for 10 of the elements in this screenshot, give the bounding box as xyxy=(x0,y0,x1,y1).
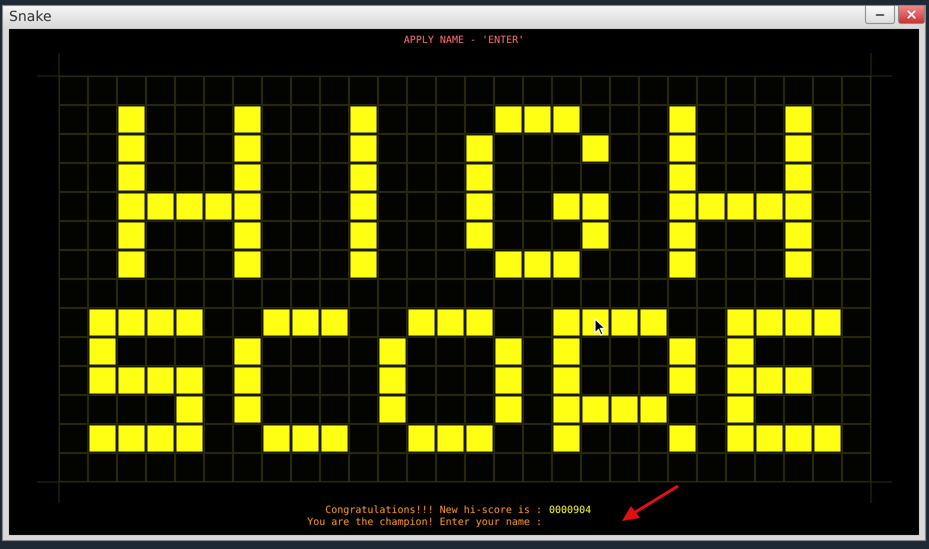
apply-name-prompt: APPLY NAME - 'ENTER' xyxy=(402,35,526,48)
mouse-pointer-icon xyxy=(594,318,606,336)
close-icon xyxy=(905,8,918,21)
annotation-arrow xyxy=(620,484,680,524)
close-button[interactable] xyxy=(898,6,925,24)
congratulations-text: Congratulations!!! New hi-score is : xyxy=(325,505,542,517)
minimize-button[interactable] xyxy=(865,6,895,24)
enter-name-text: You are the champion! Enter your name : xyxy=(307,517,542,529)
hi-score-value: 0000904 xyxy=(549,505,592,517)
window-title: Snake xyxy=(9,8,53,27)
